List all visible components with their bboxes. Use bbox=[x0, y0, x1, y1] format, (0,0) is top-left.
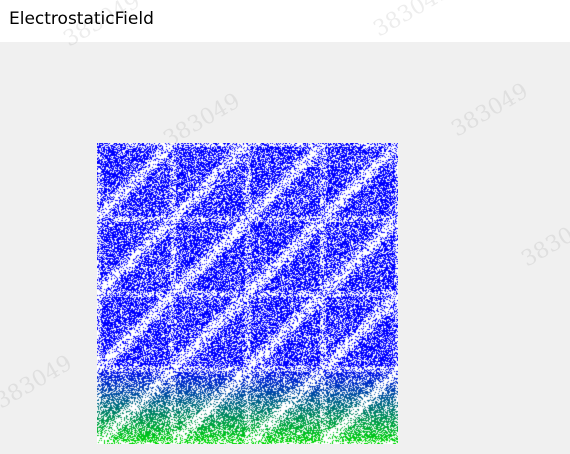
field-canvas bbox=[97, 143, 398, 444]
window-title: ElectrostaticField bbox=[9, 9, 154, 29]
field-visualization bbox=[97, 143, 398, 444]
title-bar: ElectrostaticField bbox=[0, 0, 570, 42]
